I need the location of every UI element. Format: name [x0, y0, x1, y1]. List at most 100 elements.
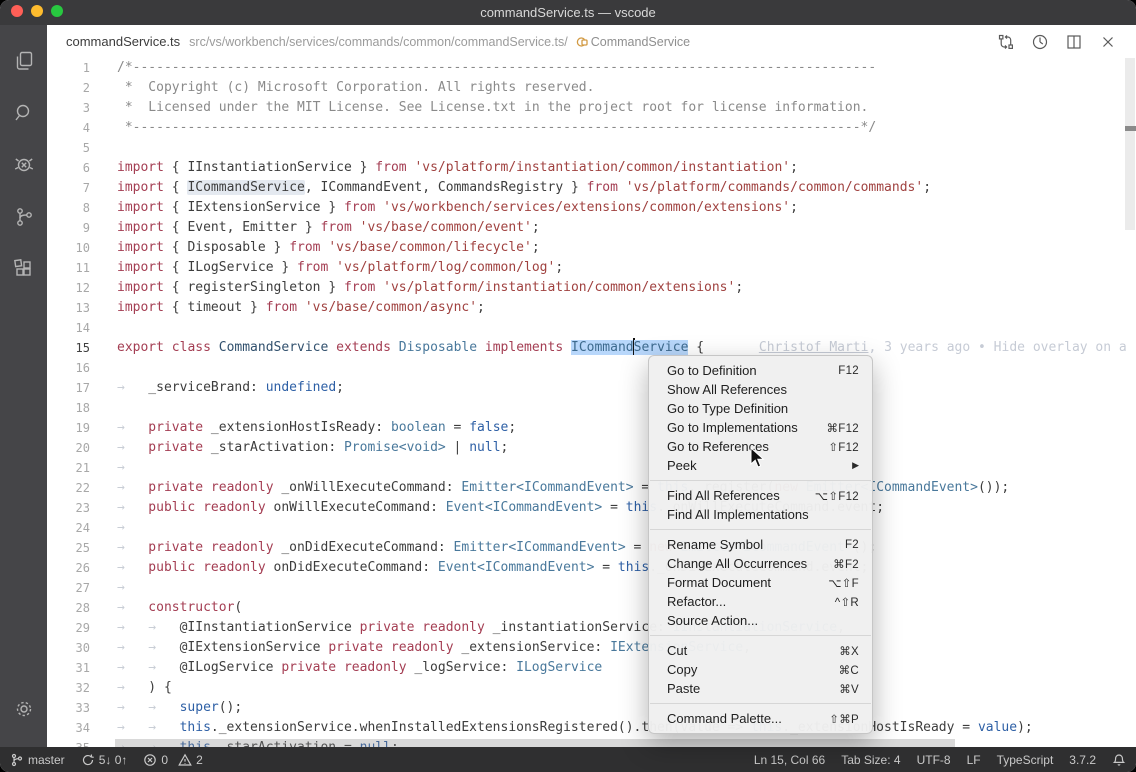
code-line[interactable]: 9import { Event, Emitter } from 'vs/base…: [47, 218, 1136, 238]
code-text[interactable]: * Licensed under the MIT License. See Li…: [90, 98, 868, 118]
code-line[interactable]: 27→: [47, 578, 1136, 598]
cursor-position[interactable]: Ln 15, Col 66: [754, 753, 825, 767]
code-line[interactable]: 10import { Disposable } from 'vs/base/co…: [47, 238, 1136, 258]
code-text[interactable]: →constructor(: [90, 598, 242, 618]
search-icon[interactable]: [0, 87, 47, 139]
language-mode[interactable]: TypeScript: [997, 753, 1054, 767]
code-text[interactable]: import { Event, Emitter } from 'vs/base/…: [90, 218, 540, 238]
menu-item-paste[interactable]: Paste⌘V: [649, 679, 872, 698]
code-text[interactable]: →→this._extensionService.whenInstalledEx…: [90, 718, 1033, 738]
menu-item-refactor[interactable]: Refactor...^⇧R: [649, 592, 872, 611]
code-line[interactable]: 32→) {: [47, 678, 1136, 698]
close-window-button[interactable]: [11, 5, 23, 17]
code-text[interactable]: [90, 318, 117, 338]
code-line[interactable]: 12import { registerSingleton } from 'vs/…: [47, 278, 1136, 298]
encoding[interactable]: UTF-8: [917, 753, 951, 767]
debug-icon[interactable]: [0, 139, 47, 191]
problems-indicator[interactable]: 0 2: [143, 753, 202, 767]
code-line[interactable]: 2 * Copyright (c) Microsoft Corporation.…: [47, 78, 1136, 98]
code-line[interactable]: 8import { IExtensionService } from 'vs/w…: [47, 198, 1136, 218]
menu-item-find-all-references[interactable]: Find All References⌥⇧F12: [649, 486, 872, 505]
code-line[interactable]: 26→public readonly onDidExecuteCommand: …: [47, 558, 1136, 578]
source-control-icon[interactable]: [0, 191, 47, 243]
menu-item-rename-symbol[interactable]: Rename SymbolF2: [649, 535, 872, 554]
code-line[interactable]: 31→→@ILogService private readonly _logSe…: [47, 658, 1136, 678]
code-text[interactable]: [90, 138, 117, 158]
branch-indicator[interactable]: master: [10, 753, 65, 767]
code-line[interactable]: 4 *-------------------------------------…: [47, 118, 1136, 138]
code-line[interactable]: 1/*-------------------------------------…: [47, 58, 1136, 78]
code-text[interactable]: import { timeout } from 'vs/base/common/…: [90, 298, 485, 318]
code-text[interactable]: import { IInstantiationService } from 'v…: [90, 158, 798, 178]
code-text[interactable]: *---------------------------------------…: [90, 118, 876, 138]
code-area[interactable]: 1/*-------------------------------------…: [47, 58, 1136, 747]
menu-item-go-to-type-definition[interactable]: Go to Type Definition: [649, 399, 872, 418]
minimize-window-button[interactable]: [31, 5, 43, 17]
file-name[interactable]: commandService.ts: [66, 34, 180, 49]
code-text[interactable]: →: [90, 578, 148, 598]
code-line[interactable]: 5: [47, 138, 1136, 158]
code-line[interactable]: 22→private readonly _onWillExecuteComman…: [47, 478, 1136, 498]
code-text[interactable]: import { IExtensionService } from 'vs/wo…: [90, 198, 798, 218]
code-text[interactable]: →private _starActivation: Promise<void> …: [90, 438, 508, 458]
code-line[interactable]: 18: [47, 398, 1136, 418]
vertical-scrollbar[interactable]: [1125, 58, 1135, 230]
code-line[interactable]: 24→: [47, 518, 1136, 538]
code-line[interactable]: 3 * Licensed under the MIT License. See …: [47, 98, 1136, 118]
code-line[interactable]: 15export class CommandService extends Di…: [47, 338, 1136, 358]
code-text[interactable]: →private _extensionHostIsReady: boolean …: [90, 418, 516, 438]
code-text[interactable]: * Copyright (c) Microsoft Corporation. A…: [90, 78, 594, 98]
zoom-window-button[interactable]: [51, 5, 63, 17]
tab-size[interactable]: Tab Size: 4: [841, 753, 900, 767]
menu-item-peek[interactable]: Peek▶: [649, 456, 872, 475]
code-line[interactable]: 34→→this._extensionService.whenInstalled…: [47, 718, 1136, 738]
menu-item-go-to-implementations[interactable]: Go to Implementations⌘F12: [649, 418, 872, 437]
code-line[interactable]: 29→→@IInstantiationService private reado…: [47, 618, 1136, 638]
code-text[interactable]: →: [90, 518, 148, 538]
menu-item-source-action[interactable]: Source Action...: [649, 611, 872, 630]
menu-item-command-palette[interactable]: Command Palette...⇧⌘P: [649, 709, 872, 728]
close-editor-icon[interactable]: [1098, 32, 1118, 52]
code-text[interactable]: import { ICommandService, ICommandEvent,…: [90, 178, 931, 198]
code-line[interactable]: 30→→@IExtensionService private readonly …: [47, 638, 1136, 658]
menu-item-format-document[interactable]: Format Document⌥⇧F: [649, 573, 872, 592]
code-text[interactable]: import { ILogService } from 'vs/platform…: [90, 258, 563, 278]
sync-indicator[interactable]: 5↓ 0↑: [81, 753, 128, 767]
menu-item-go-to-definition[interactable]: Go to DefinitionF12: [649, 361, 872, 380]
menu-item-show-all-references[interactable]: Show All References: [649, 380, 872, 399]
bell-icon[interactable]: [1112, 753, 1126, 767]
menu-item-find-all-implementations[interactable]: Find All Implementations: [649, 505, 872, 524]
explorer-icon[interactable]: [0, 35, 47, 87]
code-line[interactable]: 6import { IInstantiationService } from '…: [47, 158, 1136, 178]
code-line[interactable]: 16: [47, 358, 1136, 378]
split-editor-icon[interactable]: [1064, 32, 1084, 52]
code-text[interactable]: →: [90, 458, 148, 478]
code-line[interactable]: 13import { timeout } from 'vs/base/commo…: [47, 298, 1136, 318]
code-text[interactable]: →→@ILogService private readonly _logServ…: [90, 658, 602, 678]
code-text[interactable]: import { registerSingleton } from 'vs/pl…: [90, 278, 743, 298]
code-line[interactable]: 28→constructor(: [47, 598, 1136, 618]
code-line[interactable]: 14: [47, 318, 1136, 338]
code-text[interactable]: [90, 358, 117, 378]
menu-item-change-all-occurrences[interactable]: Change All Occurrences⌘F2: [649, 554, 872, 573]
code-text[interactable]: →→super();: [90, 698, 242, 718]
code-text[interactable]: import { Disposable } from 'vs/base/comm…: [90, 238, 540, 258]
blame-author-link[interactable]: Christof Marti: [759, 340, 869, 355]
code-line[interactable]: 19→private _extensionHostIsReady: boolea…: [47, 418, 1136, 438]
code-text[interactable]: →_serviceBrand: undefined;: [90, 378, 344, 398]
code-text[interactable]: export class CommandService extends Disp…: [90, 338, 1127, 358]
code-text[interactable]: →) {: [90, 678, 172, 698]
extensions-icon[interactable]: [0, 243, 47, 295]
open-changes-icon[interactable]: [996, 32, 1016, 52]
open-preview-icon[interactable]: [1030, 32, 1050, 52]
code-text[interactable]: [90, 398, 117, 418]
code-line[interactable]: 7import { ICommandService, ICommandEvent…: [47, 178, 1136, 198]
code-line[interactable]: 33→→super();: [47, 698, 1136, 718]
code-line[interactable]: 23→public readonly onWillExecuteCommand:…: [47, 498, 1136, 518]
code-line[interactable]: 25→private readonly _onDidExecuteCommand…: [47, 538, 1136, 558]
menu-item-copy[interactable]: Copy⌘C: [649, 660, 872, 679]
code-text[interactable]: /*--------------------------------------…: [90, 58, 876, 78]
typescript-version[interactable]: 3.7.2: [1069, 753, 1096, 767]
menu-item-cut[interactable]: Cut⌘X: [649, 641, 872, 660]
code-line[interactable]: 11import { ILogService } from 'vs/platfo…: [47, 258, 1136, 278]
